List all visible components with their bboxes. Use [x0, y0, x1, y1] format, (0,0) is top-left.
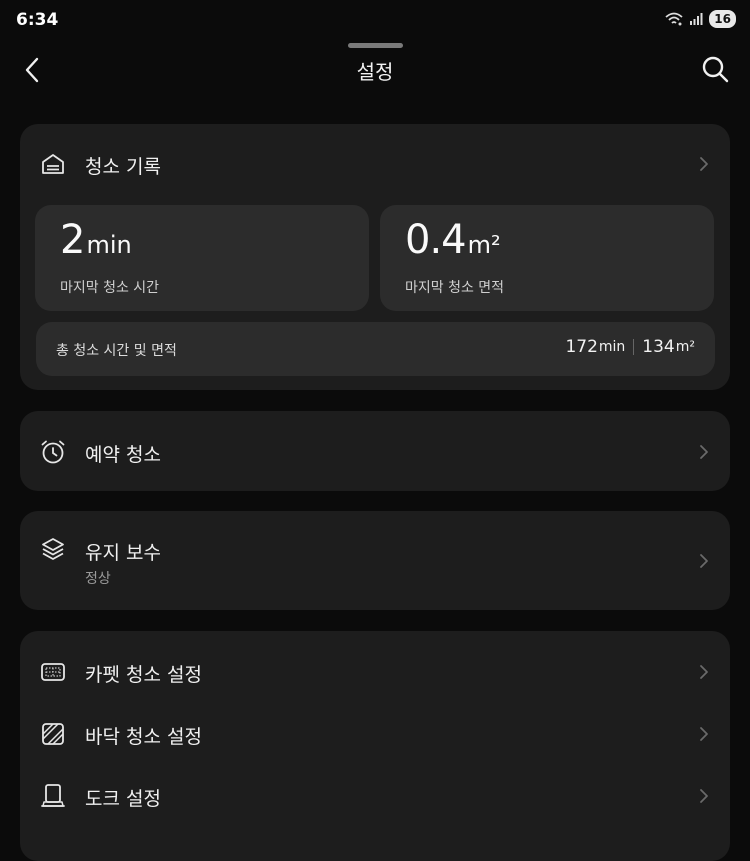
- status-icons: 16: [665, 10, 736, 28]
- last-cleaning-time-tile[interactable]: 2min 마지막 청소 시간: [35, 205, 369, 311]
- schedule-card: 예약 청소: [20, 411, 730, 491]
- floor-icon: [42, 723, 64, 745]
- battery-level: 16: [709, 10, 736, 28]
- schedule-label: 예약 청소: [85, 444, 161, 466]
- total-cleaning-values: 172 min 134 m²: [565, 337, 695, 357]
- wifi-icon: [665, 12, 683, 26]
- total-time-unit: min: [598, 339, 626, 355]
- chevron-right-icon: [700, 665, 708, 679]
- dock-settings-row[interactable]: 도크 설정: [20, 765, 730, 827]
- total-cleaning-bar[interactable]: 총 청소 시간 및 면적 172 min 134 m²: [36, 322, 715, 376]
- settings-list-card: 카펫 청소 설정 바닥 청소 설정 도크 설정: [20, 631, 730, 861]
- maintenance-status: 정상: [85, 571, 111, 587]
- chevron-right-icon: [700, 727, 708, 741]
- last-cleaning-area-value: 0.4m²: [405, 217, 501, 263]
- status-bar: 6:34 16: [0, 0, 750, 40]
- signal-icon: [690, 13, 703, 25]
- history-icon: [42, 154, 64, 174]
- chevron-right-icon: [700, 554, 708, 568]
- cleaning-history-card: 청소 기록 2min 마지막 청소 시간 0.4m² 마지막 청소 면적 총 청…: [20, 124, 730, 390]
- last-cleaning-time-label: 마지막 청소 시간: [60, 280, 160, 296]
- drag-handle[interactable]: [348, 43, 403, 48]
- layers-icon: [42, 538, 64, 560]
- maintenance-label: 유지 보수: [85, 542, 161, 564]
- chevron-right-icon: [700, 157, 708, 171]
- last-cleaning-time-value: 2min: [60, 217, 132, 263]
- total-area-unit: m²: [675, 339, 695, 355]
- total-cleaning-label: 총 청소 시간 및 면적: [56, 343, 177, 359]
- chevron-right-icon: [700, 789, 708, 803]
- cleaning-history-label: 청소 기록: [85, 156, 161, 178]
- chevron-right-icon: [700, 445, 708, 459]
- floor-settings-row[interactable]: 바닥 청소 설정: [20, 703, 730, 765]
- last-cleaning-area-label: 마지막 청소 면적: [405, 280, 505, 296]
- dock-settings-label: 도크 설정: [85, 788, 161, 810]
- maintenance-row[interactable]: 유지 보수 정상: [20, 511, 730, 610]
- carpet-settings-label: 카펫 청소 설정: [85, 664, 202, 686]
- divider: [633, 339, 635, 355]
- schedule-row[interactable]: 예약 청소: [20, 411, 730, 491]
- dock-icon: [41, 784, 65, 807]
- total-area-value: 134: [642, 337, 675, 357]
- search-icon[interactable]: [700, 54, 730, 84]
- header: 설정: [0, 50, 750, 90]
- floor-settings-label: 바닥 청소 설정: [85, 726, 202, 748]
- maintenance-card: 유지 보수 정상: [20, 511, 730, 610]
- alarm-clock-icon: [41, 440, 65, 464]
- last-cleaning-area-tile[interactable]: 0.4m² 마지막 청소 면적: [380, 205, 714, 311]
- status-time: 6:34: [16, 10, 59, 30]
- carpet-settings-row[interactable]: 카펫 청소 설정: [20, 641, 730, 703]
- carpet-icon: [41, 663, 65, 681]
- total-time-value: 172: [565, 337, 598, 357]
- page-title: 설정: [356, 60, 394, 84]
- cleaning-history-row[interactable]: 청소 기록: [20, 124, 730, 204]
